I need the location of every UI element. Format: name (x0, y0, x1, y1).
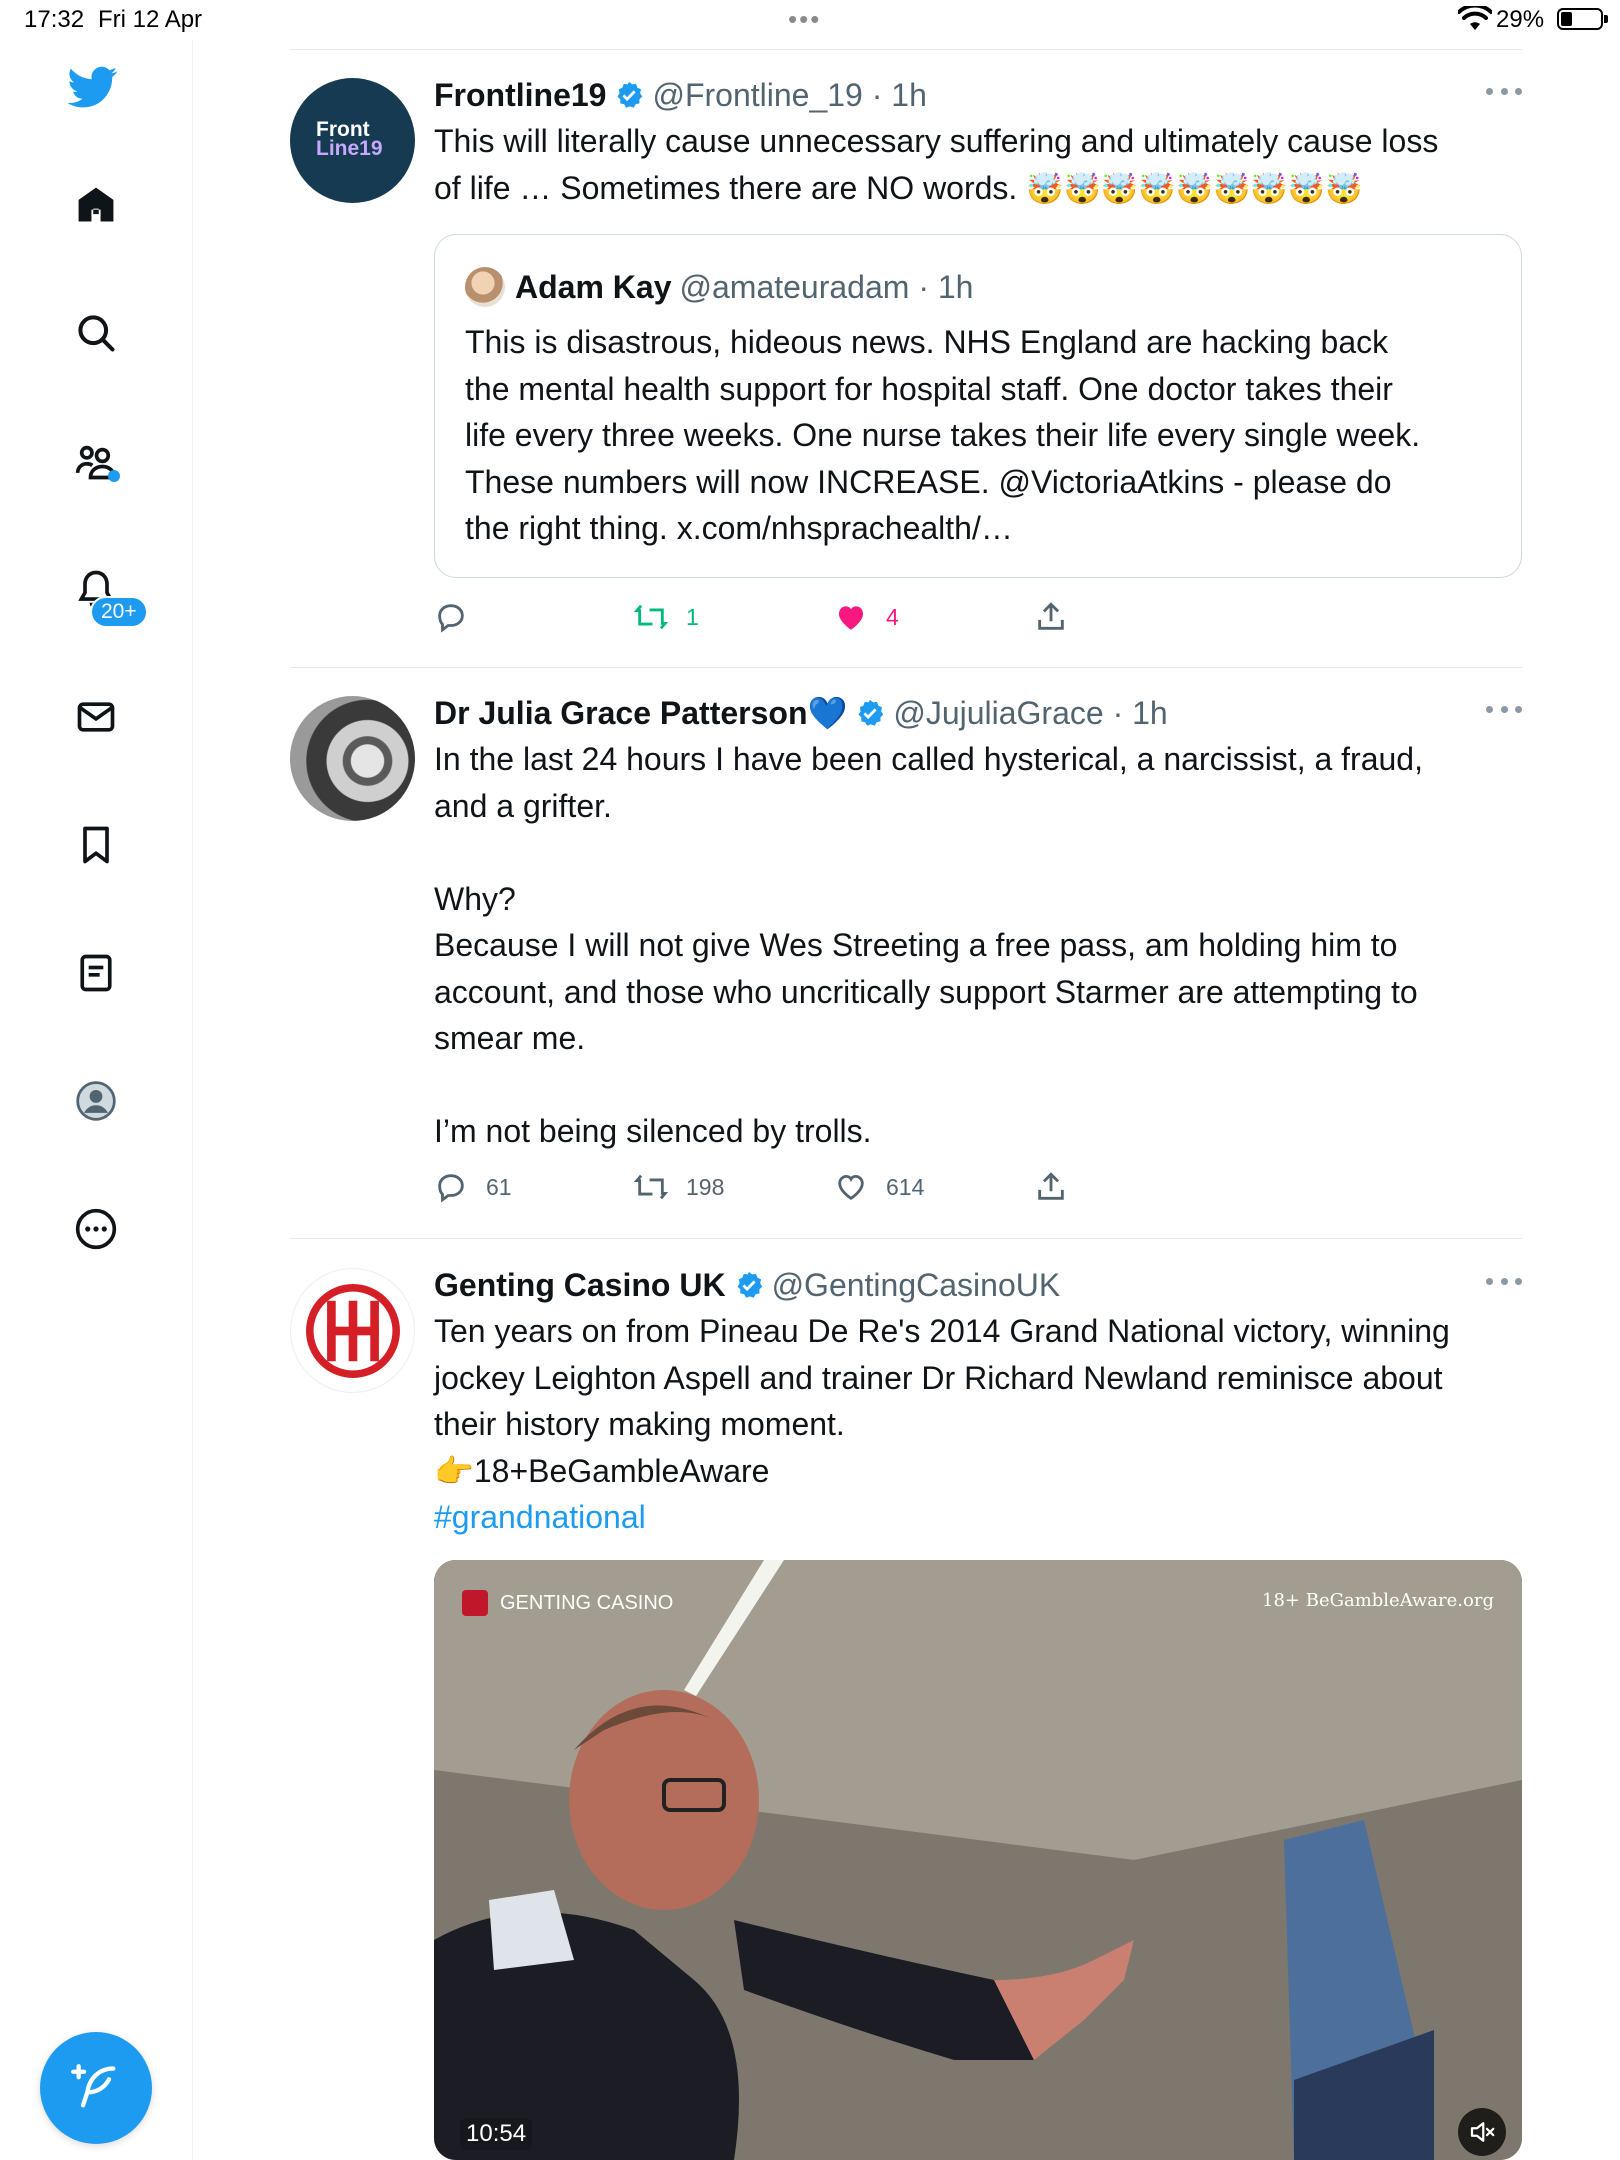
home-icon[interactable] (71, 180, 121, 230)
author-handle[interactable]: @Frontline_19 (652, 77, 862, 114)
reply-button[interactable] (434, 592, 486, 642)
battery-icon (1557, 8, 1608, 30)
tweet-header: Dr Julia Grace Patterson 💙 @JujuliaGrace… (434, 694, 1168, 732)
like-count: 614 (886, 1173, 925, 1200)
divider (290, 49, 1522, 50)
tweet-text: In the last 24 hours I have been called … (434, 741, 1423, 1149)
author-handle[interactable]: @GentingCasinoUK (772, 1267, 1061, 1304)
video-brand-label: GENTING CASINO (462, 1590, 673, 1616)
retweet-button[interactable]: 1 (634, 592, 699, 642)
more-options-icon[interactable] (1486, 1278, 1522, 1290)
quoted-avatar[interactable] (465, 267, 505, 307)
messages-icon[interactable] (71, 692, 121, 742)
share-icon (1038, 1172, 1064, 1200)
mute-button[interactable] (1458, 2108, 1506, 2156)
battery-fill (1561, 12, 1572, 26)
tweet-actions: 61 198 614 (434, 1162, 1522, 1212)
verified-badge-icon (737, 1271, 762, 1298)
retweet-count: 1 (686, 603, 699, 630)
retweet-icon (634, 604, 668, 630)
verified-badge-icon (858, 699, 884, 726)
status-time: 17:32 (24, 6, 85, 33)
lists-icon[interactable] (71, 948, 121, 998)
heart-icon (838, 1174, 864, 1201)
tweet-header: Genting Casino UK @GentingCasinoUK (434, 1264, 1522, 1306)
tweet-text: Ten years on from Pineau De Re's 2014 Gr… (434, 1308, 1522, 1541)
heart-filled-icon (838, 606, 864, 630)
retweet-count: 198 (686, 1173, 725, 1200)
tweet-text: This will literally cause unnecessary su… (434, 118, 1522, 213)
quoted-author-handle[interactable]: @amateuradam (680, 269, 910, 306)
gamble-aware-line: 👉18+BeGambleAware (434, 1452, 770, 1489)
tweet-actions: 1 4 (434, 592, 1522, 642)
like-count: 4 (886, 603, 899, 630)
bookmarks-icon[interactable] (71, 820, 121, 870)
profile-icon[interactable] (71, 1076, 121, 1126)
author-name[interactable]: Genting Casino UK (434, 1267, 726, 1304)
avatar[interactable] (290, 696, 415, 821)
twitter-logo-icon[interactable] (68, 62, 118, 112)
communities-dot-badge (108, 470, 120, 482)
compose-feather-icon (71, 2064, 116, 2108)
wifi-icon (1458, 6, 1492, 30)
like-button[interactable]: 614 (834, 1162, 924, 1212)
blue-heart-emoji: 💙 (807, 695, 848, 731)
verified-badge-icon (617, 81, 643, 108)
author-handle[interactable]: @JujuliaGrace (893, 695, 1103, 732)
tweet[interactable]: Genting Casino UK @GentingCasinoUK Ten y… (290, 1264, 1522, 2160)
tweet-content: Genting Casino UK @GentingCasinoUK Ten y… (434, 1264, 1522, 1541)
tweet-time[interactable]: 1h (891, 77, 927, 114)
tweet-text-line: of life … Sometimes there are NO words. (434, 169, 1027, 206)
reply-icon (438, 604, 464, 633)
multitasking-dots-icon[interactable]: ••• (788, 4, 821, 35)
avatar-text-line2: Line19 (316, 137, 383, 160)
video-gamble-aware-label: 18+ BeGambleAware.org (1262, 1590, 1494, 1611)
avatar[interactable] (290, 1268, 415, 1393)
quoted-tweet-time: 1h (937, 268, 974, 305)
emoji-exploding-head: 🤯🤯🤯🤯🤯🤯🤯🤯🤯 (1026, 172, 1363, 206)
avatar[interactable]: Front Line19 (290, 78, 415, 203)
tweet-header: Frontline19 @Frontline_19 · 1h (434, 76, 927, 114)
more-options-icon[interactable] (1486, 706, 1522, 718)
author-name[interactable]: Dr Julia Grace Patterson (434, 695, 807, 732)
more-icon[interactable] (71, 1204, 121, 1254)
quoted-tweet-header: Adam Kay @amateuradam · 1h (465, 265, 973, 309)
more-options-icon[interactable] (1486, 88, 1522, 100)
like-button[interactable]: 4 (834, 592, 899, 642)
search-icon[interactable] (71, 308, 121, 358)
tweet-text-body: Ten years on from Pineau De Re's 2014 Gr… (434, 1313, 1450, 1442)
hashtag-link[interactable]: #grandnational (434, 1499, 646, 1535)
status-date: Fri 12 Apr (98, 6, 203, 33)
share-button[interactable] (1034, 592, 1086, 642)
battery-percent: 29% (1496, 6, 1545, 33)
tweet-time[interactable]: 1h (1132, 695, 1168, 732)
tweet-content: Frontline19 @Frontline_19 · 1h This will… (434, 74, 1522, 213)
tweet-content: Dr Julia Grace Patterson 💙 @JujuliaGrace… (434, 692, 1522, 1155)
tweet[interactable]: Front Line19 Frontline19 @Frontline_19 ·… (290, 74, 1522, 654)
video-duration: 10:54 (460, 2118, 533, 2150)
tweet[interactable]: Dr Julia Grace Patterson 💙 @JujuliaGrace… (290, 692, 1522, 1232)
reply-button[interactable]: 61 (434, 1162, 512, 1212)
status-bar: 17:32 Fri 12 Apr ••• 29% (0, 0, 1620, 40)
divider (290, 1238, 1522, 1239)
video-player[interactable]: GENTING CASINO 18+ BeGambleAware.org 10:… (434, 1560, 1522, 2160)
retweet-button[interactable]: 198 (634, 1162, 724, 1212)
speaker-muted-icon (1470, 2122, 1495, 2142)
share-icon (1038, 602, 1064, 630)
author-name[interactable]: Frontline19 (434, 77, 606, 114)
share-button[interactable] (1034, 1162, 1086, 1212)
divider (290, 667, 1522, 668)
notifications-badge: 20+ (90, 596, 148, 628)
reply-icon (438, 1174, 464, 1203)
tweet-text-line: This will literally cause unnecessary su… (434, 123, 1439, 159)
quoted-tweet-text: This is disastrous, hideous news. NHS En… (465, 324, 1421, 546)
quoted-author-name[interactable]: Adam Kay (515, 269, 672, 306)
video-thumbnail (434, 1560, 1522, 2160)
compose-button[interactable] (40, 2032, 152, 2144)
sidebar: 20+ (0, 40, 193, 2160)
retweet-icon (634, 1174, 668, 1200)
quoted-tweet[interactable]: Adam Kay @amateuradam · 1h This is disas… (434, 234, 1522, 578)
reply-count: 61 (486, 1173, 512, 1200)
genting-logo-icon (305, 1283, 400, 1378)
